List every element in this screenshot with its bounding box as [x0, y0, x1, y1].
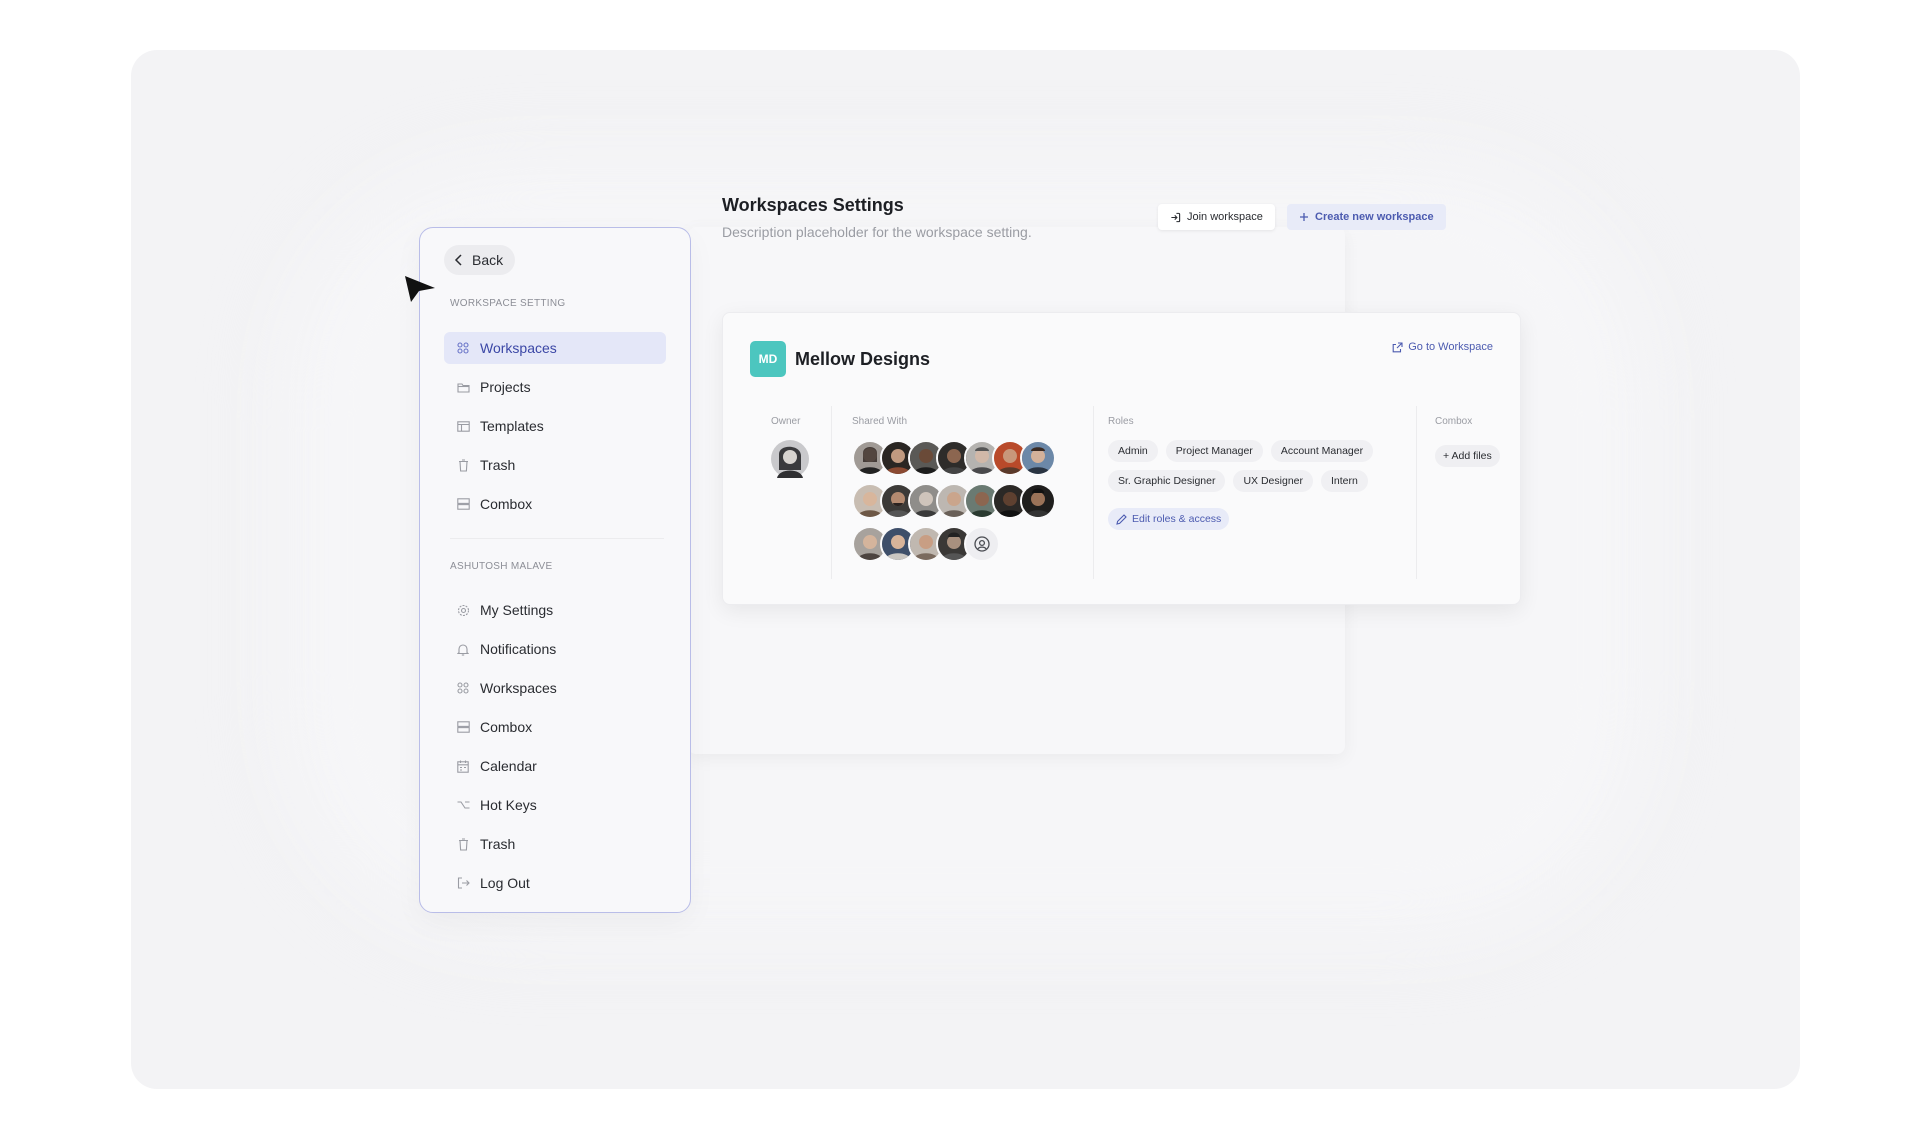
add-member-button[interactable]	[964, 526, 1000, 562]
sidebar-item-templates[interactable]: Templates	[444, 410, 666, 442]
plus-icon	[1300, 213, 1308, 221]
sidebar-item-my-settings[interactable]: My Settings	[444, 594, 666, 626]
sidebar-item-label: Hot Keys	[480, 797, 537, 813]
avatar[interactable]	[1020, 483, 1056, 519]
login-icon	[1171, 212, 1181, 222]
edit-roles-label: Edit roles & access	[1132, 513, 1222, 525]
pencil-icon	[1116, 513, 1127, 525]
sidebar-item-label: Workspaces	[480, 680, 557, 696]
role-chip[interactable]: Intern	[1321, 470, 1368, 492]
avatar-row	[852, 526, 1048, 566]
sidebar-divider	[450, 538, 664, 539]
sidebar-item-hot-keys[interactable]: Hot Keys	[444, 789, 666, 821]
join-workspace-label: Join workspace	[1187, 211, 1263, 223]
go-to-workspace-label: Go to Workspace	[1408, 341, 1493, 353]
page-description: Description placeholder for the workspac…	[722, 224, 1032, 240]
edit-roles-button[interactable]: Edit roles & access	[1108, 508, 1230, 530]
external-link-icon	[1392, 341, 1403, 352]
sidebar-item-workspaces-user[interactable]: Workspaces	[444, 672, 666, 704]
layout-icon	[456, 419, 470, 433]
gear-icon	[456, 603, 470, 617]
create-workspace-button[interactable]: Create new workspace	[1287, 204, 1446, 230]
column-divider	[1416, 406, 1417, 579]
workspace-card: MD Mellow Designs Go to Workspace Owner …	[722, 312, 1521, 605]
role-chip[interactable]: Sr. Graphic Designer	[1108, 470, 1226, 492]
sidebar-item-calendar[interactable]: Calendar	[444, 750, 666, 782]
sidebar-item-trash[interactable]: Trash	[444, 449, 666, 481]
sidebar-item-combox[interactable]: Combox	[444, 488, 666, 520]
sidebar-item-trash-user[interactable]: Trash	[444, 828, 666, 860]
shared-avatars	[852, 440, 1056, 569]
sidebar-item-label: My Settings	[480, 602, 554, 618]
page-title: Workspaces Settings	[722, 195, 904, 215]
role-chip[interactable]: Project Manager	[1165, 440, 1263, 462]
owner-avatar[interactable]	[771, 440, 809, 483]
sidebar-item-projects[interactable]: Projects	[444, 371, 666, 403]
column-divider	[831, 406, 832, 579]
grid-icon	[456, 681, 470, 695]
sidebar-item-label: Trash	[480, 457, 516, 473]
sidebar-item-label: Workspaces	[480, 340, 557, 356]
stack-icon	[456, 720, 470, 734]
avatar[interactable]	[1020, 440, 1056, 476]
back-label: Back	[472, 252, 504, 268]
settings-sidebar: Back WORKSPACE SETTING Workspaces Projec…	[419, 227, 691, 913]
calendar-icon	[456, 759, 470, 773]
owner-label: Owner	[771, 416, 801, 427]
roles-list: Admin Project Manager Account Manager Sr…	[1108, 440, 1398, 492]
option-key-icon	[456, 798, 470, 812]
create-workspace-label: Create new workspace	[1315, 211, 1434, 223]
workspace-name: Mellow Designs	[795, 349, 931, 369]
add-files-button[interactable]: + Add files	[1435, 445, 1500, 467]
logout-icon	[456, 876, 470, 890]
sidebar-item-label: Notifications	[480, 641, 557, 657]
sidebar-item-combox-user[interactable]: Combox	[444, 711, 666, 743]
roles-label: Roles	[1108, 416, 1134, 427]
column-divider	[1093, 406, 1094, 579]
go-to-workspace-link[interactable]: Go to Workspace	[1392, 341, 1493, 353]
stack-icon	[456, 497, 470, 511]
sidebar-item-label: Calendar	[480, 758, 537, 774]
role-chip[interactable]: Account Manager	[1270, 440, 1374, 462]
avatar-row	[852, 440, 1056, 480]
back-button[interactable]: Back	[444, 245, 516, 275]
sidebar-item-label: Log Out	[480, 875, 530, 891]
join-workspace-button[interactable]: Join workspace	[1158, 204, 1275, 230]
sidebar-item-label: Projects	[480, 379, 531, 395]
role-chip[interactable]: Admin	[1108, 440, 1158, 462]
mouse-pointer-icon	[405, 276, 435, 302]
trash-icon	[456, 458, 470, 472]
sidebar-item-label: Templates	[480, 418, 544, 434]
workspace-setting-heading: WORKSPACE SETTING	[450, 298, 566, 309]
shared-with-label: Shared With	[852, 416, 908, 427]
add-user-icon	[974, 536, 990, 552]
sidebar-item-log-out[interactable]: Log Out	[444, 867, 666, 899]
sidebar-item-label: Combox	[480, 496, 533, 512]
sidebar-item-label: Trash	[480, 836, 516, 852]
grid-icon	[456, 341, 470, 355]
user-section-heading: ASHUTOSH MALAVE	[450, 561, 553, 572]
sidebar-item-workspaces[interactable]: Workspaces	[444, 332, 666, 364]
trash-icon	[456, 837, 470, 851]
sidebar-item-label: Combox	[480, 719, 533, 735]
workspace-logo: MD	[750, 341, 786, 377]
bell-icon	[456, 642, 470, 656]
role-chip[interactable]: UX Designer	[1233, 470, 1313, 492]
sidebar-item-notifications[interactable]: Notifications	[444, 633, 666, 665]
avatar-row	[852, 483, 1056, 523]
folder-icon	[456, 380, 470, 394]
chevron-left-icon	[454, 254, 462, 266]
combox-label: Combox	[1435, 416, 1473, 427]
